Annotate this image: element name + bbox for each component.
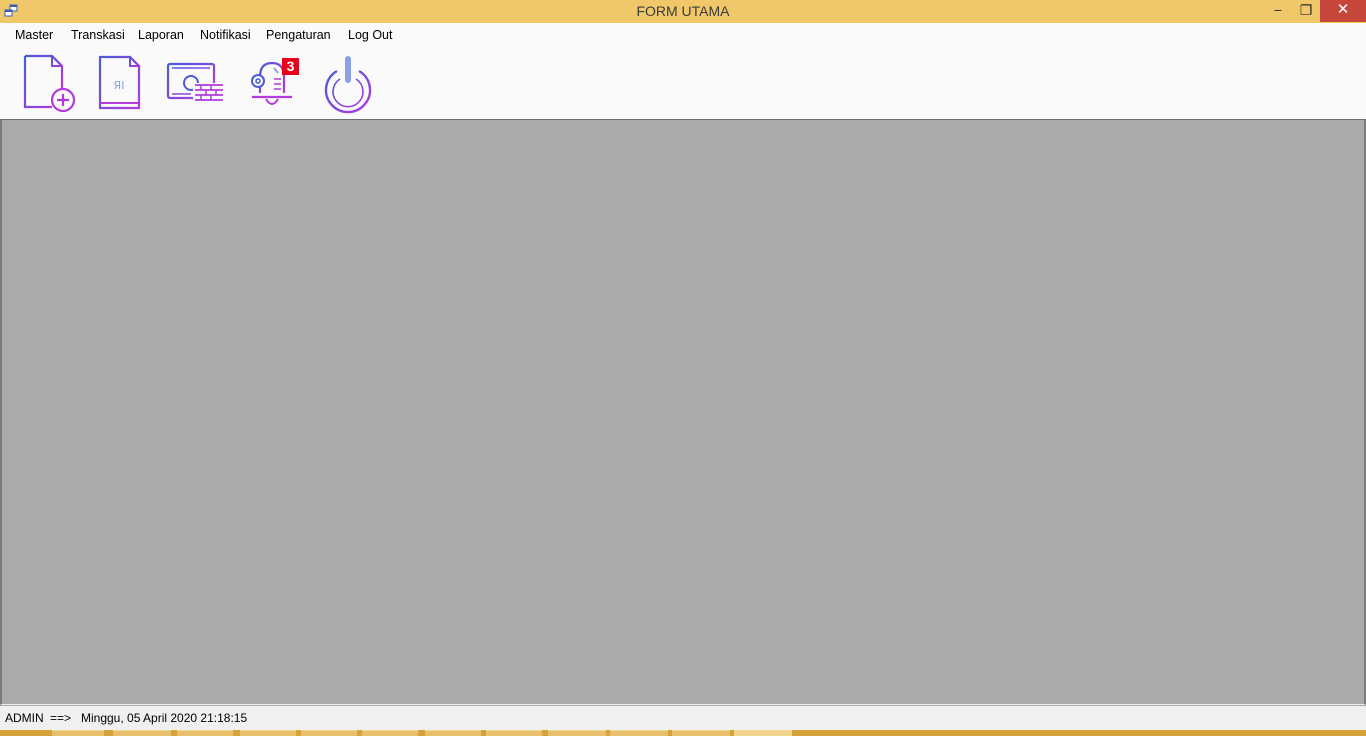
minimize-icon: − bbox=[1273, 2, 1283, 18]
taskbar-button[interactable] bbox=[486, 730, 542, 736]
close-button[interactable]: ✕ bbox=[1320, 0, 1366, 22]
report-document-icon[interactable]: ЯI bbox=[92, 53, 152, 115]
taskbar-button[interactable] bbox=[362, 730, 418, 736]
status-separator: ==> bbox=[50, 711, 72, 725]
toolbar: ЯI bbox=[0, 47, 1366, 119]
restore-button[interactable]: ❐ bbox=[1292, 0, 1320, 22]
taskbar-button[interactable] bbox=[177, 730, 233, 736]
taskbar-button[interactable] bbox=[610, 730, 668, 736]
status-bar: ADMIN ==> Minggu, 05 April 2020 21:18:15 bbox=[0, 706, 1366, 730]
menu-item-log-out[interactable]: Log Out bbox=[348, 28, 392, 42]
menu-item-pengaturan[interactable]: Pengaturan bbox=[266, 28, 331, 42]
svg-text:ЯI: ЯI bbox=[114, 79, 125, 92]
taskbar-button[interactable] bbox=[113, 730, 171, 736]
taskbar-button[interactable] bbox=[240, 730, 296, 736]
taskbar-button[interactable] bbox=[672, 730, 730, 736]
notification-count-badge: 3 bbox=[282, 58, 299, 75]
money-icon[interactable] bbox=[165, 53, 225, 115]
menu-item-notifikasi[interactable]: Notifikasi bbox=[200, 28, 251, 42]
title-bar: FORM UTAMA − ❐ ✕ bbox=[0, 0, 1366, 23]
taskbar-button[interactable] bbox=[548, 730, 606, 736]
restore-icon: ❐ bbox=[1299, 2, 1313, 18]
taskbar bbox=[0, 730, 1366, 736]
taskbar-button[interactable] bbox=[301, 730, 357, 736]
menu-item-laporan[interactable]: Laporan bbox=[138, 28, 184, 42]
status-datetime: Minggu, 05 April 2020 21:18:15 bbox=[81, 711, 248, 725]
taskbar-button-active[interactable] bbox=[734, 730, 792, 736]
taskbar-button[interactable] bbox=[52, 730, 104, 736]
minimize-button[interactable]: − bbox=[1264, 0, 1292, 22]
menu-item-master[interactable]: Master bbox=[15, 28, 53, 42]
new-document-icon[interactable] bbox=[20, 53, 80, 115]
mdi-client-area[interactable] bbox=[0, 119, 1366, 705]
menu-item-transkasi[interactable]: Transkasi bbox=[71, 28, 125, 42]
status-user: ADMIN bbox=[5, 711, 44, 725]
close-icon: ✕ bbox=[1336, 1, 1350, 18]
power-icon[interactable] bbox=[318, 53, 378, 115]
window-title: FORM UTAMA bbox=[636, 3, 730, 19]
menu-bar: Master Transkasi Laporan Notifikasi Peng… bbox=[0, 23, 1366, 47]
taskbar-button[interactable] bbox=[425, 730, 481, 736]
